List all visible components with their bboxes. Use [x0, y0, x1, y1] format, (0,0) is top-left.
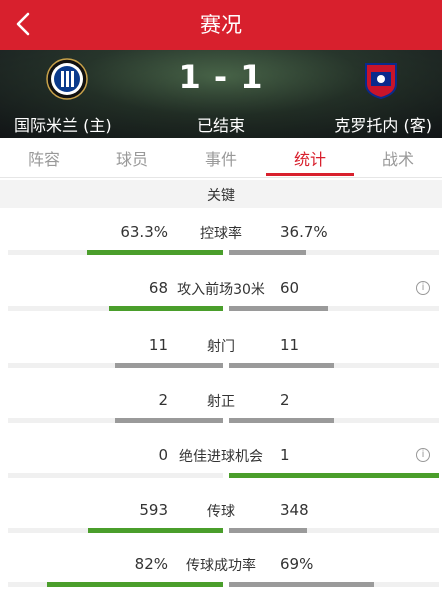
- away-stat-track: [229, 582, 439, 587]
- home-stat-track: [8, 582, 223, 587]
- away-stat-track: [229, 306, 439, 311]
- away-stat-value: 1: [280, 446, 290, 464]
- top-bar: 赛况: [0, 0, 442, 50]
- home-stat-track: [8, 306, 223, 311]
- stat-label: 控球率: [200, 226, 242, 242]
- away-stat-bar: [229, 528, 307, 533]
- away-stat-track: [229, 250, 439, 255]
- stat-row: 68 攻入前场30米 60 i: [0, 275, 442, 335]
- home-stat-track: [8, 418, 223, 423]
- away-stat-bar: [229, 363, 334, 368]
- info-circle-icon[interactable]: i: [416, 448, 430, 462]
- stat-row: 2 射正 2: [0, 387, 442, 447]
- away-stat-bar: [229, 250, 306, 255]
- home-stat-track: [8, 473, 223, 478]
- away-stat-value: 2: [280, 391, 290, 409]
- away-stat-bar: [229, 582, 374, 587]
- stat-row: 11 射门 11: [0, 332, 442, 392]
- info-circle-icon[interactable]: i: [416, 281, 430, 295]
- away-stat-track: [229, 473, 439, 478]
- away-stat-bar: [229, 306, 328, 311]
- tab-events[interactable]: 事件: [177, 146, 265, 170]
- stat-label: 射正: [207, 394, 235, 410]
- section-header: 关键: [0, 180, 442, 208]
- active-tab-indicator: [266, 173, 354, 176]
- page-title: 赛况: [200, 13, 242, 37]
- stat-label: 攻入前场30米: [177, 282, 265, 298]
- stat-label: 绝佳进球机会: [179, 449, 263, 465]
- away-team-name: 克罗托内 (客): [334, 116, 432, 135]
- tab-lineup[interactable]: 阵容: [0, 146, 88, 170]
- section-title: 关键: [207, 188, 235, 204]
- tab-bar: 阵容 球员 事件 统计 战术: [0, 138, 442, 178]
- crotone-crest-icon[interactable]: [360, 58, 402, 100]
- home-stat-bar: [87, 250, 223, 255]
- stat-label: 传球成功率: [186, 558, 256, 574]
- away-stat-track: [229, 363, 439, 368]
- away-stat-track: [229, 528, 439, 533]
- stat-label: 传球: [207, 504, 235, 520]
- home-stat-track: [8, 250, 223, 255]
- away-stat-value: 348: [280, 501, 309, 519]
- tab-tactics[interactable]: 战术: [354, 146, 442, 170]
- home-stat-track: [8, 363, 223, 368]
- away-stat-bar: [229, 418, 334, 423]
- home-stat-bar: [115, 418, 223, 423]
- stat-row: 63.3% 控球率 36.7%: [0, 219, 442, 279]
- home-stat-bar: [109, 306, 223, 311]
- home-stat-bar: [115, 363, 223, 368]
- away-stat-bar: [229, 473, 439, 478]
- stat-row: 0 绝佳进球机会 1 i: [0, 442, 442, 502]
- home-stat-bar: [47, 582, 223, 587]
- stat-label: 射门: [207, 339, 235, 355]
- away-stat-value: 60: [280, 279, 300, 297]
- away-stat-value: 69%: [280, 555, 314, 573]
- home-stat-bar: [88, 528, 223, 533]
- away-stat-track: [229, 418, 439, 423]
- stat-row: 593 传球 348: [0, 497, 442, 557]
- match-header: 1 - 1 国际米兰 (主) 已结束 克罗托内 (客): [0, 50, 442, 138]
- away-stat-value: 36.7%: [280, 223, 328, 241]
- home-stat-track: [8, 528, 223, 533]
- away-stat-value: 11: [280, 336, 300, 354]
- tab-stats[interactable]: 统计: [266, 146, 354, 170]
- stat-row: 82% 传球成功率 69%: [0, 551, 442, 600]
- tab-players[interactable]: 球员: [88, 146, 176, 170]
